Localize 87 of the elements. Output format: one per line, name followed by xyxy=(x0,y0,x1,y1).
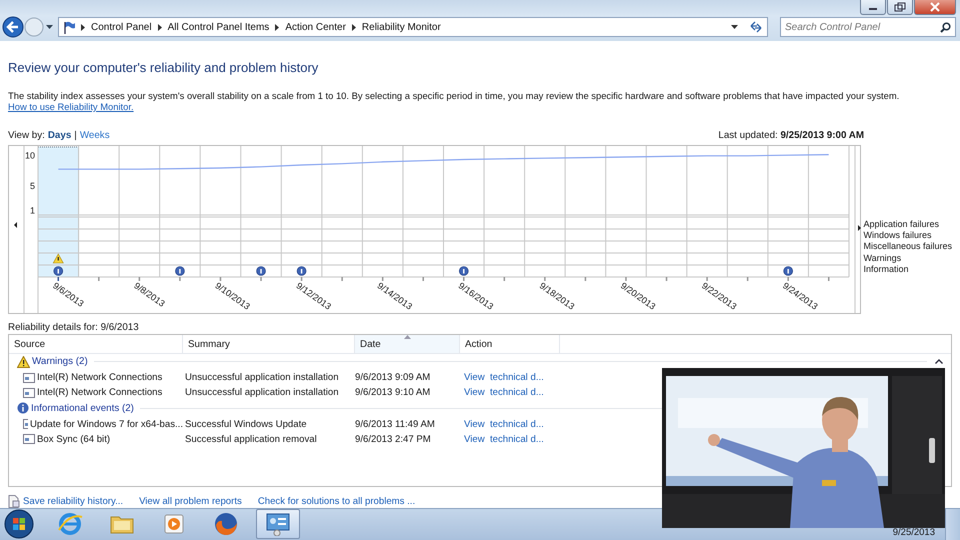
breadcrumb-arrow-icon[interactable] xyxy=(156,24,163,31)
group-header[interactable]: Informational events (2) xyxy=(31,402,134,414)
close-button[interactable] xyxy=(914,0,956,15)
view-option-link[interactable]: Weeks xyxy=(80,130,110,141)
information-icon[interactable] xyxy=(296,266,306,276)
warning-icon xyxy=(17,356,30,368)
source-cell: Intel(R) Network Connections xyxy=(37,387,162,398)
date-cell-text: 9/6/2013 11:49 AM xyxy=(355,418,436,430)
minimize-button[interactable] xyxy=(860,0,886,15)
information-icon[interactable] xyxy=(53,266,64,276)
column-header[interactable]: Action xyxy=(460,334,560,353)
breadcrumb-item[interactable]: Action Center xyxy=(285,22,346,33)
control-panel-icon xyxy=(265,512,291,536)
information-icon[interactable] xyxy=(175,266,185,276)
breadcrumb-arrow-icon[interactable] xyxy=(274,24,280,31)
view-details-link[interactable]: View technical d... xyxy=(460,387,560,398)
taskbar-clock: 9/25/2013 xyxy=(892,526,935,538)
footer-link[interactable]: Save reliability history... xyxy=(8,494,124,508)
history-dropdown-icon[interactable] xyxy=(46,24,53,30)
fox-globe-icon xyxy=(213,511,239,538)
sort-arrow-icon xyxy=(404,334,411,339)
view-option-link[interactable]: Days xyxy=(48,130,72,141)
date-cell-text: 9/6/2013 2:47 PM xyxy=(355,434,432,445)
application-icon xyxy=(23,434,35,444)
group-header[interactable]: Warnings (2) xyxy=(32,356,88,368)
close-icon xyxy=(929,2,941,12)
legend-label: Warnings xyxy=(863,252,902,264)
summary-cell-text: Successful application removal xyxy=(184,434,318,445)
view-details-link[interactable]: View technical d... xyxy=(460,418,560,430)
back-button[interactable] xyxy=(2,16,24,38)
y-tick-label: 10 xyxy=(24,150,35,160)
next-arrow-icon[interactable] xyxy=(858,224,861,231)
dropdown-icon[interactable] xyxy=(731,24,738,30)
application-icon xyxy=(23,419,28,430)
y-tick-label: 1 xyxy=(30,206,35,216)
view-details-link[interactable]: View technical d... xyxy=(460,372,560,384)
legend-label: Miscellaneous failures xyxy=(863,241,952,252)
view-by-label: View by: xyxy=(8,130,45,141)
last-updated-text: Last updated: 9/25/2013 9:00 AM xyxy=(718,130,864,141)
footer-link[interactable]: Check for solutions to all problems ... xyxy=(258,494,416,508)
description-text: The stability index assesses your system's overall stability on a scale from 1 to 10. By selecting a specific period in time, you may review the specific hardware and software problems that have impacted your system. How to use Reliability Monitor. xyxy=(8,90,900,112)
collapse-chevron-icon[interactable] xyxy=(935,359,943,364)
source-cell: Box Sync (64 bit) xyxy=(37,434,110,445)
summary-cell-text: Unsuccessful application installation xyxy=(184,387,340,398)
source-cell: Intel(R) Network Connections xyxy=(37,372,162,384)
flag-icon xyxy=(63,20,75,34)
summary-cell-text: Unsuccessful application installation xyxy=(184,372,340,384)
play-icon xyxy=(162,512,186,536)
search-icon[interactable] xyxy=(940,22,951,34)
details-title: Reliability details for: 9/6/2013 xyxy=(8,322,140,333)
date-cell-text: 9/6/2013 9:10 AM xyxy=(355,387,432,398)
start-button[interactable] xyxy=(4,509,34,540)
column-header[interactable]: Date xyxy=(355,334,460,353)
information-icon[interactable] xyxy=(783,266,793,276)
breadcrumb-arrow-icon[interactable] xyxy=(350,24,357,31)
column-header[interactable]: Source xyxy=(9,334,183,353)
information-icon[interactable] xyxy=(256,266,266,276)
legend-label: Windows failures xyxy=(863,230,932,242)
breadcrumb-arrow-icon[interactable] xyxy=(80,24,86,31)
application-icon xyxy=(23,388,35,398)
document-icon xyxy=(8,494,20,508)
page-heading: Review your computer's reliability and problem history xyxy=(8,60,320,75)
y-tick-label: 5 xyxy=(30,181,35,192)
breadcrumb-item[interactable]: Reliability Monitor xyxy=(362,22,441,33)
date-cell-text: 9/6/2013 9:09 AM xyxy=(355,372,432,384)
address-field[interactable]: Control Panel All Control Panel Items Action Center Reliability Monitor xyxy=(58,17,768,38)
warning-icon[interactable] xyxy=(52,253,64,264)
breadcrumb-item[interactable]: Control Panel xyxy=(91,22,152,33)
information-icon xyxy=(17,402,29,414)
refresh-icon[interactable] xyxy=(749,21,763,34)
search-field[interactable]: Search Control Panel xyxy=(780,17,956,38)
breadcrumb-item[interactable]: All Control Panel Items xyxy=(168,22,270,33)
help-link[interactable]: How to use Reliability Monitor. xyxy=(8,100,134,112)
source-cell: Update for Windows 7 for x64-bas... xyxy=(30,418,183,430)
view-details-link[interactable]: View technical d... xyxy=(460,434,560,445)
globe-e-icon xyxy=(57,511,83,538)
legend-label: Information xyxy=(863,264,910,275)
restore-button[interactable] xyxy=(887,0,913,15)
footer-link[interactable]: View all problem reports xyxy=(139,494,242,508)
application-icon xyxy=(23,372,35,383)
information-icon[interactable] xyxy=(458,266,469,276)
separator-text: | xyxy=(74,130,77,141)
summary-cell-text: Successful Windows Update xyxy=(184,418,308,430)
restore-icon xyxy=(894,2,906,12)
taskbar-button[interactable] xyxy=(256,509,300,540)
legend-label: Application failures xyxy=(863,218,940,230)
previous-arrow-icon[interactable] xyxy=(14,222,17,228)
